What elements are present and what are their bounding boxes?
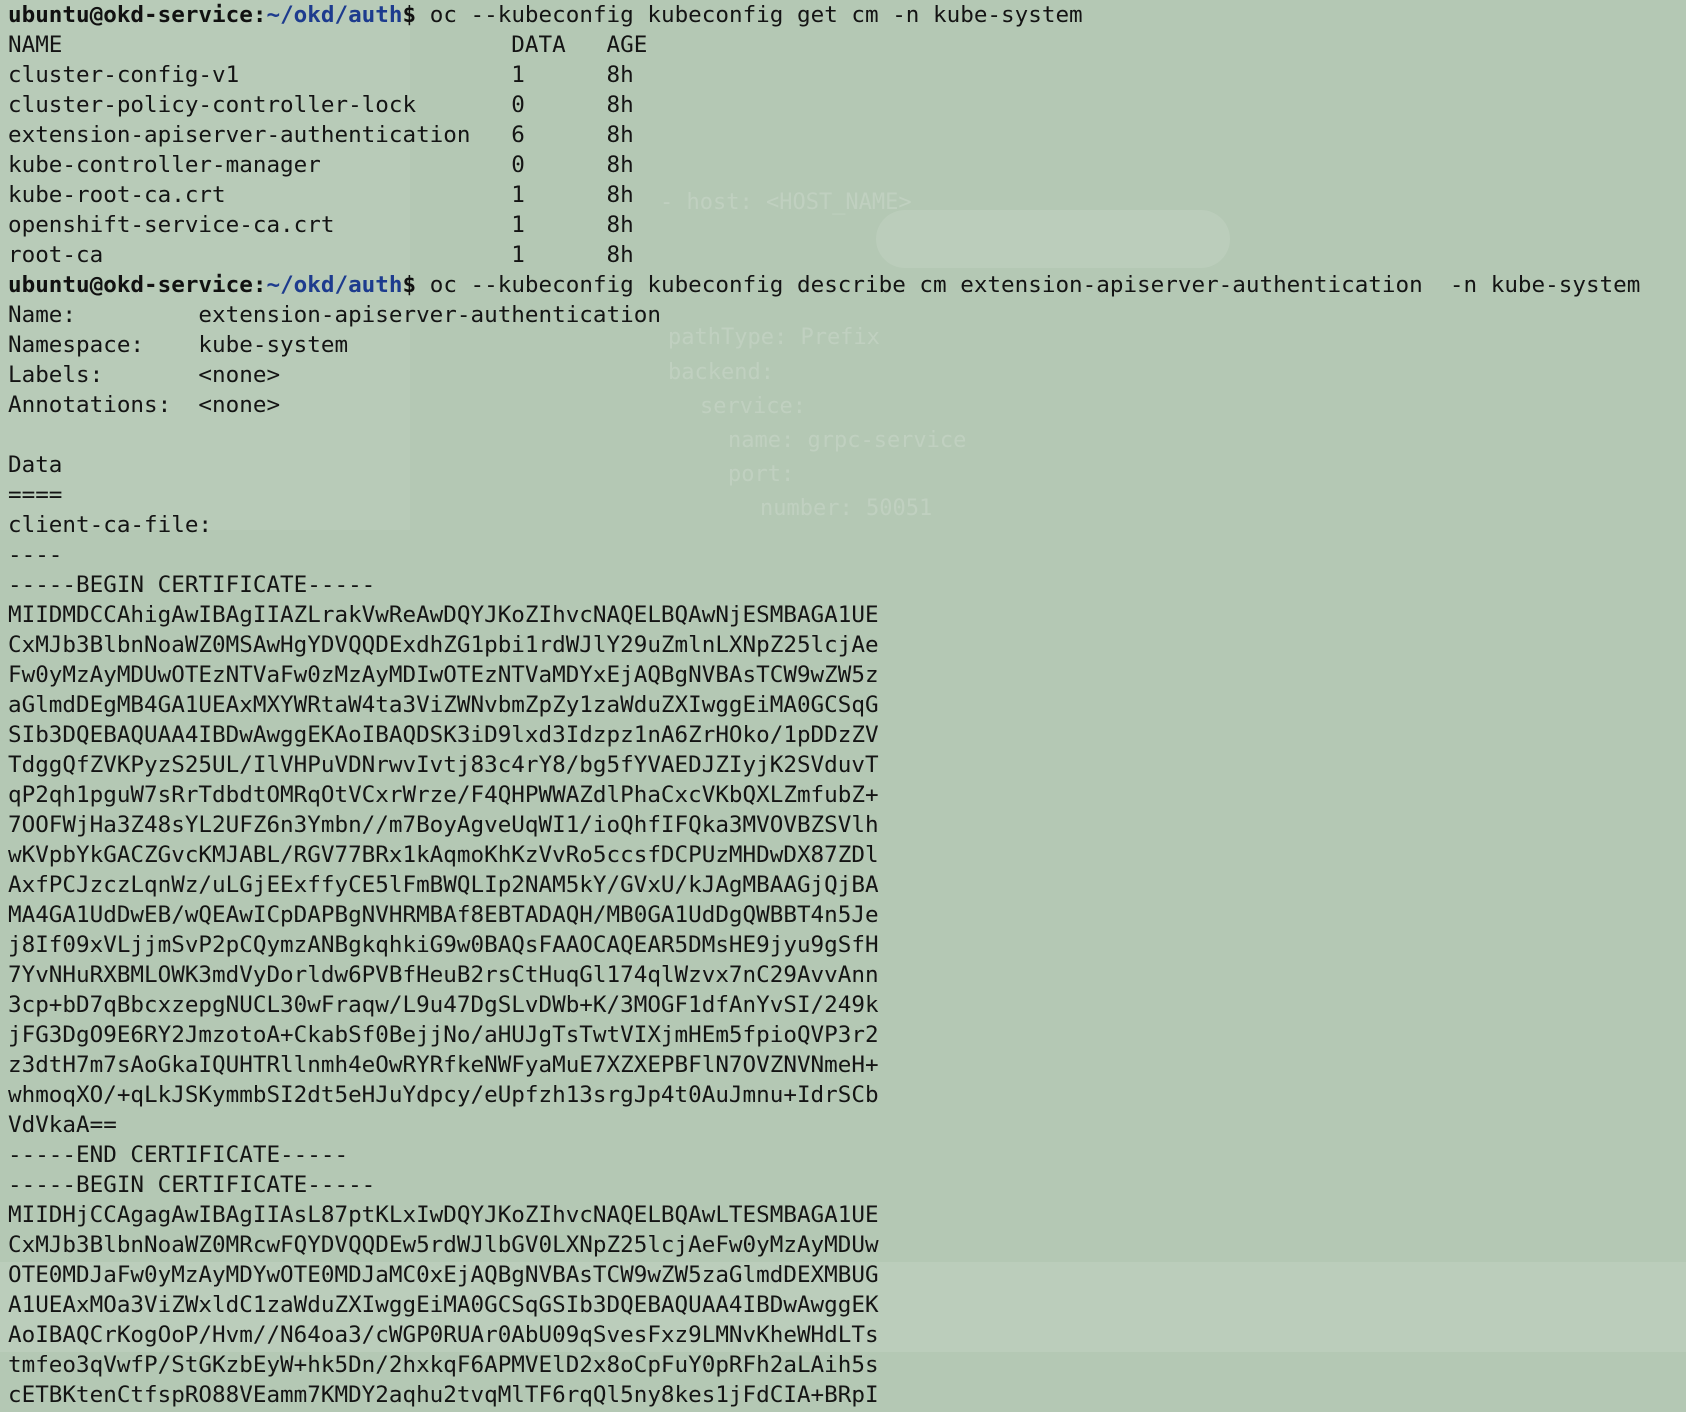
output-line: MIIDMDCCAhigAwIBAgIIAZLrakVwReAwDQYJKoZI… xyxy=(8,602,879,628)
table-row: cluster-config-v1 1 8h xyxy=(8,62,634,88)
output-line: -----END CERTIFICATE----- xyxy=(8,1142,349,1168)
output-line: cETBKtenCtfspRO88VEamm7KMDY2aqhu2tvqMlTF… xyxy=(8,1382,879,1408)
output-line: Name: extension-apiserver-authentication xyxy=(8,302,661,328)
output-line: AxfPCJzczLqnWz/uLGjEExffyCE5lFmBWQLIp2NA… xyxy=(8,872,879,898)
table-row: kube-controller-manager 0 8h xyxy=(8,152,634,178)
output-line: j8If09xVLjjmSvP2pCQymzANBgkqhkiG9w0BAQsF… xyxy=(8,932,879,958)
table-row: cluster-policy-controller-lock 0 8h xyxy=(8,92,634,118)
output-line: whmoqXO/+qLkJSKymmbSI2dt5eHJuYdpcy/eUpfz… xyxy=(8,1082,879,1108)
output-line: 7OOFWjHa3Z48sYL2UFZ6n3Ymbn//m7BoyAgveUqW… xyxy=(8,812,879,838)
output-line: OTE0MDJaFw0yMzAyMDYwOTE0MDJaMC0xEjAQBgNV… xyxy=(8,1262,879,1288)
output-line: -----BEGIN CERTIFICATE----- xyxy=(8,572,376,598)
output-line: VdVkaA== xyxy=(8,1112,117,1138)
output-line: CxMJb3BlbnNoaWZ0MRcwFQYDVQQDEw5rdWJlbGV0… xyxy=(8,1232,879,1258)
output-line: Namespace: kube-system xyxy=(8,332,349,358)
output-line: 3cp+bD7qBbcxzepgNUCL30wFraqw/L9u47DgSLvD… xyxy=(8,992,879,1018)
output-line: AoIBAQCrKogOoP/Hvm//N64oa3/cWGP0RUAr0AbU… xyxy=(8,1322,879,1348)
output-line: SIb3DQEBAQUAA4IBDwAwggEKAoIBAQDSK3iD9lxd… xyxy=(8,722,879,748)
command-line-1: ubuntu@okd-service:~/okd/auth$ oc --kube… xyxy=(8,2,1083,28)
output-line: aGlmdDEgMB4GA1UEAxMXYWRtaW4ta3ViZWNvbmZp… xyxy=(8,692,879,718)
table-row: extension-apiserver-authentication 6 8h xyxy=(8,122,634,148)
output-line: Fw0yMzAyMDUwOTEzNTVaFw0zMzAyMDIwOTEzNTVa… xyxy=(8,662,879,688)
output-line: Data xyxy=(8,452,63,478)
output-line: jFG3DgO9E6RY2JmzotoA+CkabSf0BejjNo/aHUJg… xyxy=(8,1022,879,1048)
output-line: tmfeo3qVwfP/StGKzbEyW+hk5Dn/2hxkqF6APMVE… xyxy=(8,1352,879,1378)
prompt-user-host: ubuntu@okd-service xyxy=(8,272,253,298)
command-text: oc --kubeconfig kubeconfig describe cm e… xyxy=(429,272,1641,298)
output-line: z3dtH7m7sAoGkaIQUHTRllnmh4eOwRYRfkeNWFya… xyxy=(8,1052,879,1078)
output-line: -----BEGIN CERTIFICATE----- xyxy=(8,1172,376,1198)
output-line: TdggQfZVKPyzS25UL/IlVHPuVDNrwvIvtj83c4rY… xyxy=(8,752,879,778)
table-header: NAME DATA AGE xyxy=(8,32,648,58)
prompt-path: ~/okd/auth xyxy=(266,272,403,298)
command-line-2: ubuntu@okd-service:~/okd/auth$ oc --kube… xyxy=(8,272,1641,298)
output-line: client-ca-file: xyxy=(8,512,213,538)
prompt-path: ~/okd/auth xyxy=(266,2,403,28)
table-row: kube-root-ca.crt 1 8h xyxy=(8,182,634,208)
table-row: root-ca 1 8h xyxy=(8,242,634,268)
output-line: MIIDHjCCAgagAwIBAgIIAsL87ptKLxIwDQYJKoZI… xyxy=(8,1202,879,1228)
output-line: Annotations: <none> xyxy=(8,392,281,418)
output-line: CxMJb3BlbnNoaWZ0MSAwHgYDVQQDExdhZG1pbi1r… xyxy=(8,632,879,658)
output-line: qP2qh1pguW7sRrTdbdtOMRqOtVCxrWrze/F4QHPW… xyxy=(8,782,879,808)
output-line: 7YvNHuRXBMLOWK3mdVyDorldw6PVBfHeuB2rsCtH… xyxy=(8,962,879,988)
output-line: wKVpbYkGACZGvcKMJABL/RGV77BRx1kAqmoKhKzV… xyxy=(8,842,879,868)
output-line: A1UEAxMOa3ViZWxldC1zaWduZXIwggEiMA0GCSqG… xyxy=(8,1292,879,1318)
output-line: MA4GA1UdDwEB/wQEAwICpDAPBgNVHRMBAf8EBTAD… xyxy=(8,902,879,928)
output-line: ---- xyxy=(8,542,63,568)
terminal-window[interactable]: ubuntu@okd-service:~/okd/auth$ oc --kube… xyxy=(0,0,1686,1412)
output-line: ==== xyxy=(8,482,63,508)
prompt-user-host: ubuntu@okd-service xyxy=(8,2,253,28)
table-row: openshift-service-ca.crt 1 8h xyxy=(8,212,634,238)
output-line: Labels: <none> xyxy=(8,362,281,388)
command-text: oc --kubeconfig kubeconfig get cm -n kub… xyxy=(429,2,1083,28)
